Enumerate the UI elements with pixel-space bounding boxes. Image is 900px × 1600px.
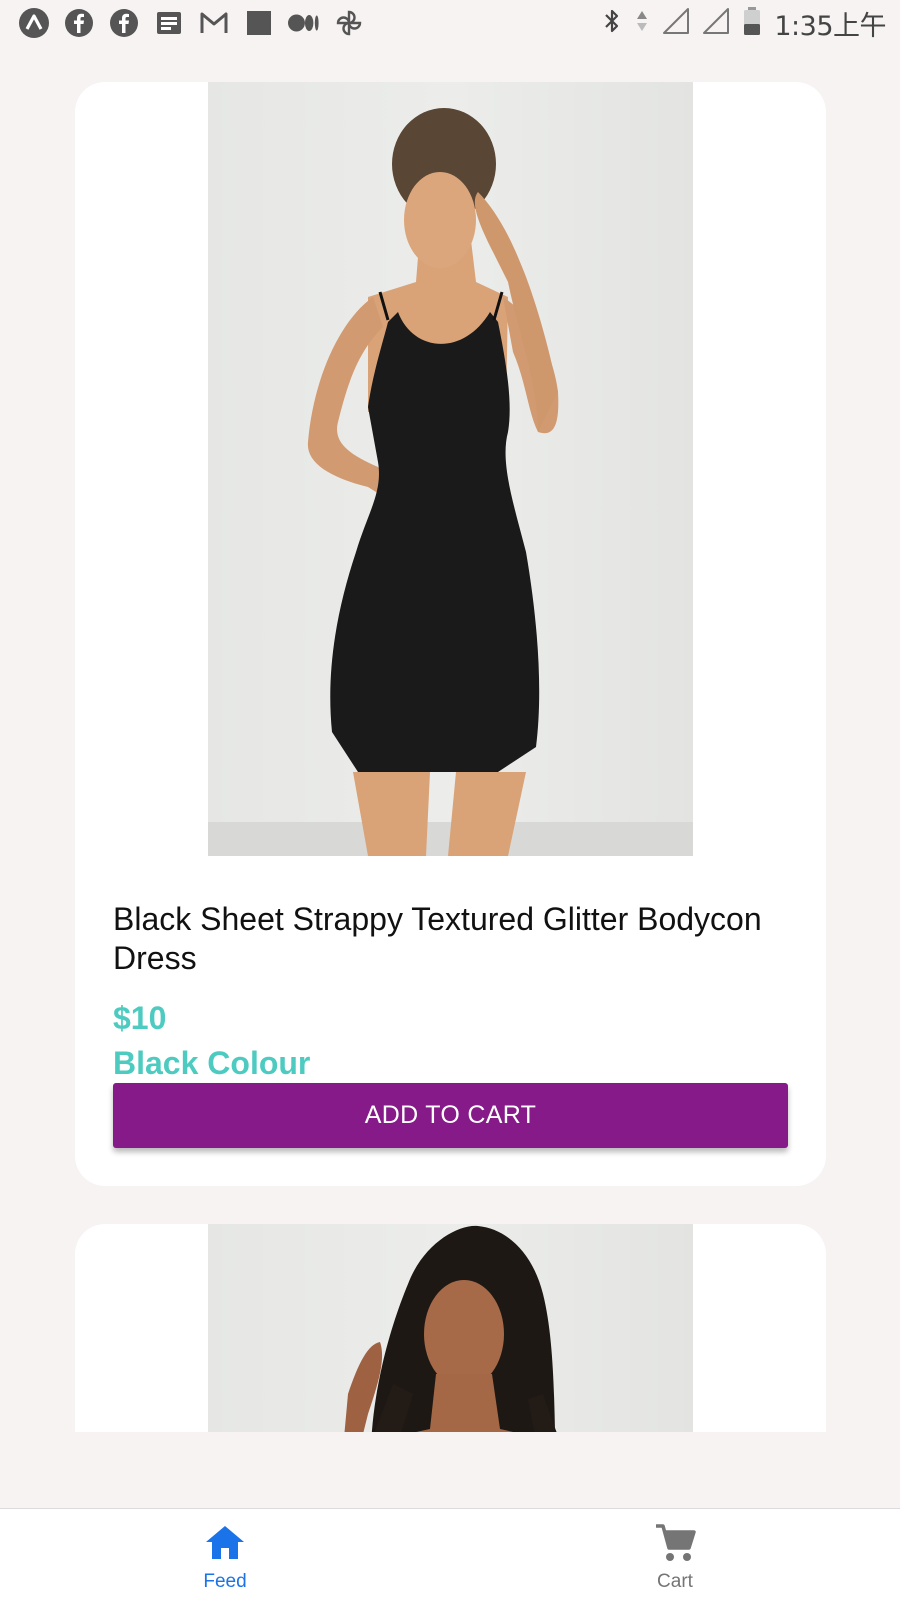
add-to-cart-button[interactable]: ADD TO CART bbox=[113, 1083, 788, 1148]
battery-icon bbox=[742, 6, 762, 41]
tab-feed[interactable]: Feed bbox=[145, 1509, 305, 1600]
product-feed[interactable]: Black Sheet Strappy Textured Glitter Bod… bbox=[0, 46, 900, 1432]
product-colour: Black Colour bbox=[113, 1045, 311, 1081]
signal-icon bbox=[662, 7, 690, 40]
gmail-icon bbox=[198, 8, 230, 38]
bluetooth-icon bbox=[602, 7, 622, 40]
product-card: Black Sheet Strappy Textured Glitter Bod… bbox=[75, 82, 826, 1186]
data-arrows-icon bbox=[634, 8, 650, 39]
cart-icon bbox=[653, 1521, 697, 1565]
product-image bbox=[208, 82, 693, 856]
tab-cart-label: Cart bbox=[657, 1571, 693, 1592]
news-icon bbox=[153, 8, 185, 38]
product-image bbox=[208, 1224, 693, 1432]
facebook-icon bbox=[63, 8, 95, 38]
status-time: 1:35上午 bbox=[774, 10, 886, 42]
bottom-tab-bar: Feed Cart bbox=[0, 1508, 900, 1600]
notification-icons bbox=[18, 8, 365, 38]
status-bar: 1:35上午 bbox=[0, 0, 900, 46]
system-icons: 1:35上午 bbox=[602, 6, 886, 42]
facebook-icon bbox=[108, 8, 140, 38]
product-price: $10 bbox=[113, 1000, 167, 1036]
medium-icon bbox=[288, 8, 320, 38]
signal-icon bbox=[702, 7, 730, 40]
square-icon bbox=[243, 8, 275, 38]
tab-feed-label: Feed bbox=[203, 1571, 247, 1592]
product-title: Black Sheet Strappy Textured Glitter Bod… bbox=[113, 901, 762, 976]
app-a-icon bbox=[18, 8, 50, 38]
product-card bbox=[75, 1224, 826, 1432]
tab-cart[interactable]: Cart bbox=[595, 1509, 755, 1600]
pinwheel-icon bbox=[333, 8, 365, 38]
home-icon bbox=[203, 1521, 247, 1565]
